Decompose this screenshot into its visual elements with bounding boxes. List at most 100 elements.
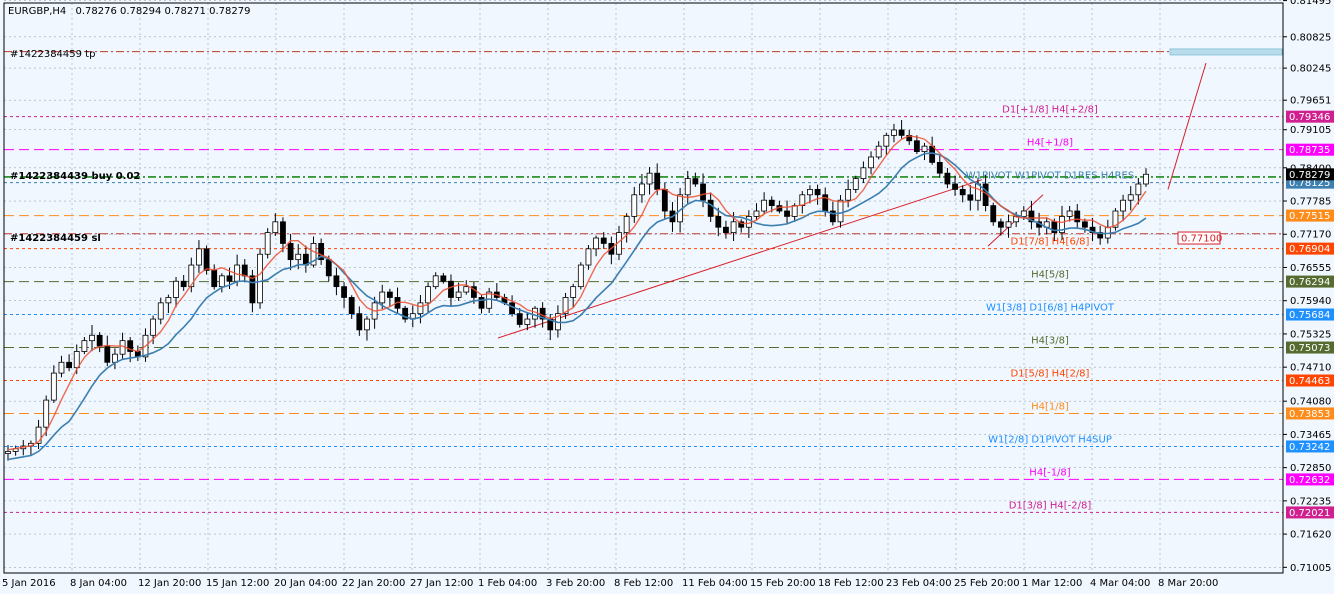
x-tick-label: 18 Feb 12:00 bbox=[818, 578, 884, 589]
candle-body bbox=[585, 248, 592, 266]
candle-body bbox=[1020, 210, 1027, 217]
y-tick-label: 0.74710 bbox=[1290, 363, 1331, 374]
level-label: W1[2/8] D1PIVOT H4SUP bbox=[988, 434, 1112, 445]
x-tick-label: 4 Mar 04:00 bbox=[1090, 578, 1150, 589]
chart-canvas[interactable]: D1[+1/8] H4[+2/8] H4[+1/8] W1PIVOT W1PIVOT… bbox=[0, 0, 1334, 594]
price-tag-label: 0.73242 bbox=[1289, 442, 1330, 453]
candle-body bbox=[417, 302, 424, 315]
x-tick-label: 25 Feb 20:00 bbox=[954, 578, 1020, 589]
candle-body bbox=[165, 297, 172, 304]
candle-body bbox=[463, 286, 470, 293]
level-label: H4[+1/8] bbox=[1027, 138, 1073, 149]
x-tick-label: 22 Jan 20:00 bbox=[342, 578, 405, 589]
y-tick-label: 0.77170 bbox=[1290, 230, 1331, 241]
candle-body bbox=[150, 318, 157, 336]
candle-body bbox=[89, 334, 95, 342]
x-tick-label: 12 Jan 20:00 bbox=[138, 578, 201, 589]
candle-body bbox=[623, 216, 630, 234]
candle-body bbox=[936, 161, 943, 174]
tp-zone-box bbox=[1169, 48, 1283, 56]
level-label: W1[3/8] D1[6/8] H4PIVOT bbox=[986, 303, 1115, 314]
candle-body bbox=[1066, 210, 1073, 217]
candle-body bbox=[348, 297, 355, 315]
candle-body bbox=[959, 188, 966, 196]
candle-body bbox=[157, 302, 164, 320]
x-tick-label: 15 Jan 12:00 bbox=[206, 578, 269, 589]
candle-body bbox=[264, 232, 271, 255]
candle-body bbox=[478, 297, 485, 309]
candle-body bbox=[761, 199, 768, 212]
level-label: D1[3/8] H4[-2/8] bbox=[1009, 500, 1092, 511]
candle-body bbox=[753, 210, 760, 217]
candle-body bbox=[524, 318, 531, 325]
candle-body bbox=[745, 216, 752, 228]
y-tick-label: 0.79651 bbox=[1290, 96, 1331, 107]
candle-body bbox=[272, 221, 279, 234]
candle-body bbox=[43, 399, 50, 428]
candle-body bbox=[807, 188, 813, 196]
candle-body bbox=[81, 340, 88, 352]
y-tick-label: 0.72235 bbox=[1290, 496, 1331, 507]
y-tick-label: 0.75940 bbox=[1290, 296, 1331, 307]
y-tick-label: 0.80825 bbox=[1290, 32, 1331, 43]
candle-body bbox=[180, 280, 187, 288]
candle-body bbox=[654, 172, 661, 190]
candle-body bbox=[112, 353, 118, 363]
candle-body bbox=[203, 248, 210, 271]
x-tick-label: 3 Feb 20:00 bbox=[546, 578, 605, 589]
chart[interactable]: D1[+1/8] H4[+2/8] H4[+1/8] W1PIVOT W1PIVOT… bbox=[0, 0, 1334, 594]
marker-price-label: 0.77100 bbox=[1181, 234, 1222, 245]
candle-body bbox=[639, 183, 645, 196]
candle-body bbox=[921, 145, 928, 152]
level-label: D1[+1/8] H4[+2/8] bbox=[1002, 105, 1098, 116]
chart-header: EURGBP,H4 0.78276 0.78294 0.78271 0.7827… bbox=[8, 6, 250, 17]
candle-body bbox=[952, 183, 958, 190]
y-tick-label: 0.80245 bbox=[1290, 64, 1331, 75]
level-label: D1[7/8] H4[6/8] bbox=[1011, 237, 1090, 248]
candle-body bbox=[875, 145, 882, 158]
y-tick-label: 0.73465 bbox=[1290, 430, 1331, 441]
candle-body bbox=[66, 361, 73, 369]
candle-body bbox=[661, 188, 668, 212]
candle-body bbox=[768, 199, 775, 207]
candle-body bbox=[730, 221, 737, 234]
candle-body bbox=[287, 243, 294, 261]
candle-body bbox=[96, 334, 103, 347]
symbol-label: EURGBP,H4 bbox=[8, 6, 66, 17]
candle-body bbox=[379, 291, 386, 304]
candle-body bbox=[723, 226, 729, 234]
candle-body bbox=[341, 286, 347, 298]
candle-body bbox=[1127, 194, 1134, 201]
current-price-label: 0.78279 bbox=[1289, 170, 1330, 181]
buy-order-label: #1422384439 buy 0.02 bbox=[10, 171, 140, 182]
price-tag-label: 0.73853 bbox=[1289, 409, 1330, 420]
candle-body bbox=[990, 205, 997, 223]
x-tick-label: 5 Jan 2016 bbox=[2, 578, 56, 589]
candle-body bbox=[226, 275, 233, 282]
candle-body bbox=[845, 188, 852, 201]
candle-body bbox=[295, 253, 302, 261]
candle-body bbox=[218, 275, 225, 288]
y-tick-label: 0.79105 bbox=[1290, 125, 1331, 136]
price-tag-label: 0.75684 bbox=[1289, 310, 1330, 321]
candle-body bbox=[814, 188, 821, 196]
level-label: H4[-1/8] bbox=[1029, 467, 1070, 478]
candle-body bbox=[196, 248, 202, 266]
candle-body bbox=[997, 221, 1004, 228]
candle-body bbox=[5, 451, 11, 454]
candle-body bbox=[791, 205, 798, 217]
candle-body bbox=[1081, 221, 1088, 228]
candle-body bbox=[631, 194, 638, 217]
candle-body bbox=[386, 291, 393, 298]
x-tick-label: 15 Feb 20:00 bbox=[750, 578, 816, 589]
price-tag-label: 0.74463 bbox=[1289, 376, 1330, 387]
y-tick-label: 0.76555 bbox=[1290, 263, 1331, 274]
candle-body bbox=[1120, 199, 1126, 212]
candle-body bbox=[325, 259, 332, 277]
price-tag-label: 0.76904 bbox=[1289, 244, 1330, 255]
candle-body bbox=[516, 313, 523, 325]
candle-body bbox=[1005, 221, 1012, 228]
price-tag-label: 0.75073 bbox=[1289, 343, 1330, 354]
price-tag-label: 0.78735 bbox=[1289, 145, 1330, 156]
level-label: H4[3/8] bbox=[1031, 336, 1069, 347]
